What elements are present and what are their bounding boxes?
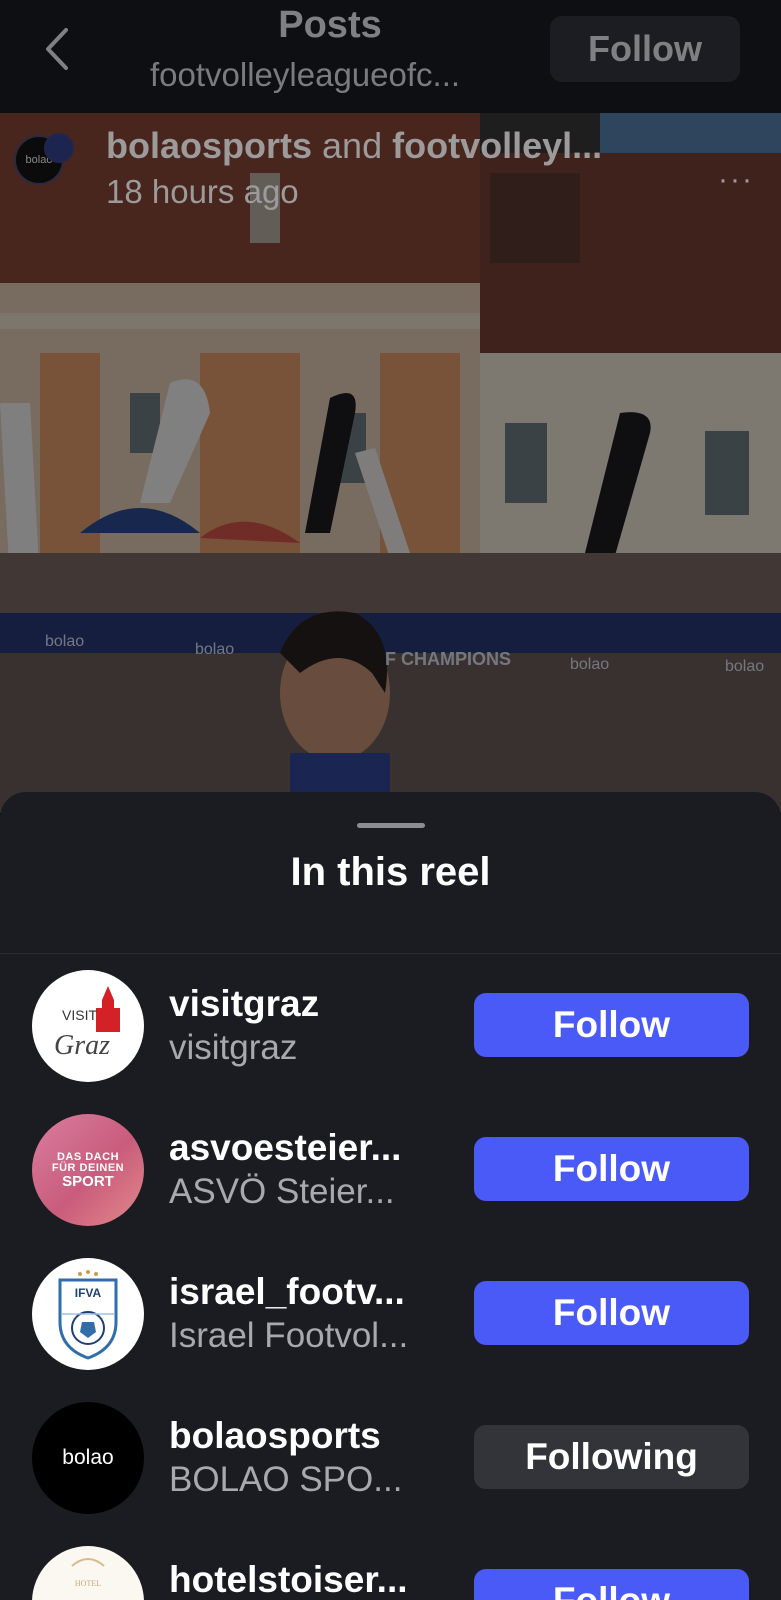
- in-this-reel-sheet: In this reel VISIT Graz visitgraz visitg…: [0, 792, 781, 1600]
- follow-button[interactable]: Follow: [474, 1569, 749, 1600]
- following-button[interactable]: Following: [474, 1425, 749, 1489]
- reel-video[interactable]: bolao bolao F CHAMPIONS bolao bolao bola…: [0, 113, 781, 813]
- ifva-logo-text: IFVA: [75, 1286, 102, 1300]
- sheet-divider: [0, 953, 781, 954]
- top-header: Posts footvolleyleagueofc... Follow: [0, 0, 781, 113]
- sheet-title: In this reel: [290, 850, 491, 894]
- avatar[interactable]: IFVA: [32, 1258, 144, 1370]
- hotel-logo-text: HOTEL: [75, 1579, 101, 1588]
- account-row-visitgraz[interactable]: VISIT Graz visitgraz visitgraz Follow: [0, 970, 781, 1090]
- account-fullname: Israel Footvol...: [169, 1316, 409, 1355]
- visitgraz-logo-line1: VISIT: [62, 1007, 97, 1023]
- visitgraz-logo-icon: VISIT Graz: [54, 986, 120, 1061]
- account-row-israel-footvolley[interactable]: IFVA israel_footv... Israel Footvol... F…: [0, 1258, 781, 1378]
- follow-button[interactable]: Follow: [474, 1137, 749, 1201]
- account-row-bolaosports[interactable]: bolao bolaosports BOLAO SPO... Following: [0, 1402, 781, 1522]
- post-author-avatar[interactable]: bolao: [14, 133, 74, 185]
- account-fullname: ASVÖ Steier...: [169, 1172, 395, 1211]
- bolao-logo-text: bolao: [62, 1446, 114, 1469]
- asvo-logo: DAS DACH FÜR DEINEN SPORT: [51, 1150, 125, 1190]
- avatar[interactable]: bolao: [32, 1402, 144, 1514]
- follow-button[interactable]: Follow: [474, 1281, 749, 1345]
- account-fullname: visitgraz: [169, 1028, 298, 1067]
- account-username[interactable]: hotelstoiser...: [169, 1559, 449, 1600]
- header-follow-button[interactable]: Follow: [550, 16, 740, 82]
- avatar[interactable]: HOTEL: [32, 1546, 144, 1600]
- hotel-logo-icon: HOTEL: [71, 1558, 105, 1588]
- more-options-icon[interactable]: ···: [718, 163, 754, 197]
- avatar[interactable]: DAS DACH FÜR DEINEN SPORT: [32, 1114, 144, 1226]
- account-username[interactable]: asvoesteier...: [169, 1127, 449, 1169]
- author-secondary[interactable]: footvolleyl...: [392, 125, 602, 166]
- asvo-logo-line2: FÜR DEINEN: [51, 1161, 125, 1174]
- author-joiner: and: [322, 125, 383, 166]
- sheet-grabber-handle[interactable]: [357, 823, 425, 828]
- account-fullname: BOLAO SPO...: [169, 1460, 403, 1499]
- post-timestamp: 18 hours ago: [106, 173, 299, 210]
- author-primary[interactable]: bolaosports: [106, 125, 312, 166]
- reel-dim-overlay: [0, 113, 781, 813]
- avatar[interactable]: VISIT Graz: [32, 970, 144, 1082]
- visitgraz-logo-line2: Graz: [54, 1030, 110, 1061]
- account-row-asvoesteier[interactable]: DAS DACH FÜR DEINEN SPORT asvoesteier...…: [0, 1114, 781, 1234]
- follow-button[interactable]: Follow: [474, 993, 749, 1057]
- account-username[interactable]: bolaosports: [169, 1415, 449, 1457]
- account-row-hotelstoiser[interactable]: HOTEL hotelstoiser... Follow: [0, 1546, 781, 1600]
- ifva-shield-icon: IFVA: [58, 1270, 118, 1360]
- asvo-logo-line3: SPORT: [62, 1172, 114, 1190]
- account-username[interactable]: visitgraz: [169, 983, 449, 1025]
- asvo-logo-line1: DAS DACH: [56, 1150, 120, 1163]
- post-authors[interactable]: bolaosports and footvolleyl...: [106, 125, 676, 167]
- page-subtitle: footvolleyleagueofc...: [150, 56, 461, 93]
- account-username[interactable]: israel_footv...: [169, 1271, 449, 1313]
- collab-avatar-badge: [44, 133, 74, 163]
